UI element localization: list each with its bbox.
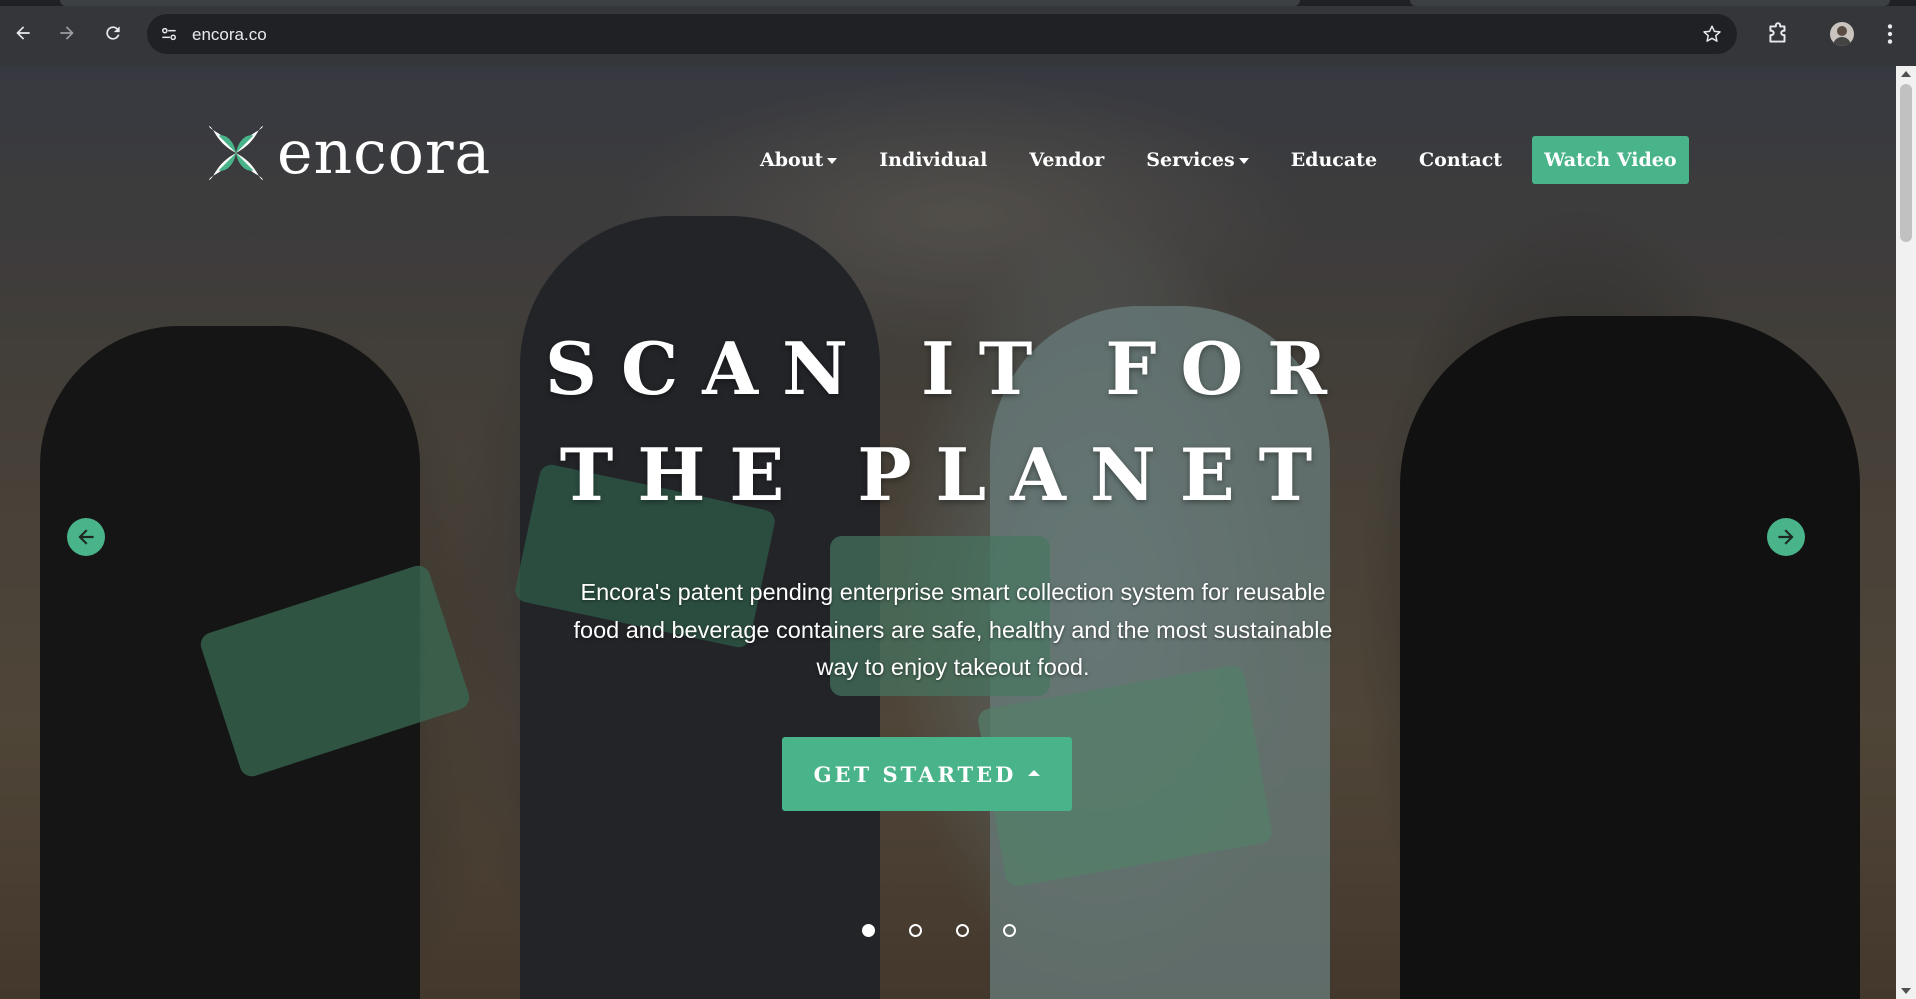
carousel-indicators	[862, 924, 1050, 937]
nav-contact[interactable]: Contact	[1419, 149, 1502, 171]
carousel-dot-3[interactable]	[956, 924, 969, 937]
nav-individual[interactable]: Individual	[879, 149, 987, 171]
arrow-left-icon	[78, 529, 94, 545]
browser-tab[interactable]	[1410, 0, 1890, 6]
caret-down-icon	[827, 158, 838, 164]
brand-logo-link[interactable]: encora	[205, 122, 491, 184]
nav-educate[interactable]: Educate	[1291, 149, 1377, 171]
browser-tab[interactable]	[60, 0, 1300, 6]
encora-logo-icon	[208, 125, 264, 181]
hero-headline-line-2: THE PLANET	[559, 432, 1337, 517]
nav-individual-label: Individual	[879, 149, 988, 171]
arrow-right-icon	[60, 26, 74, 40]
nav-vendor[interactable]: Vendor	[1029, 149, 1104, 171]
carousel-dot-1[interactable]	[862, 924, 875, 937]
page-viewport: encora About Individual Vendor Services …	[0, 66, 1896, 999]
nav-vendor-label: Vendor	[1029, 149, 1105, 171]
bookmark-star-icon[interactable]	[1701, 23, 1723, 45]
back-button[interactable]	[6, 16, 40, 50]
get-started-label: GET STARTED	[813, 761, 1017, 787]
browser-toolbar: encora.co	[0, 0, 1916, 67]
reload-button[interactable]	[96, 16, 130, 50]
arrow-right-icon	[1778, 529, 1794, 545]
scrollbar-thumb[interactable]	[1900, 84, 1912, 242]
watch-video-button[interactable]: Watch Video	[1532, 136, 1689, 184]
address-bar[interactable]: encora.co	[147, 14, 1737, 54]
url-text[interactable]: encora.co	[192, 25, 267, 45]
hero-headline: SCAN IT FOR THE PLANET	[0, 316, 1896, 528]
more-menu-icon[interactable]	[1877, 21, 1903, 47]
brand-name: encora	[277, 118, 492, 188]
reload-icon	[106, 26, 120, 40]
nav-contact-label: Contact	[1419, 149, 1503, 171]
extensions-icon[interactable]	[1765, 21, 1791, 47]
site-settings-icon[interactable]	[159, 24, 179, 44]
hero-headline-line-1: SCAN IT FOR	[544, 326, 1352, 411]
nav-about[interactable]: About	[760, 149, 838, 171]
get-started-button[interactable]: GET STARTED	[782, 737, 1072, 811]
page-scrollbar[interactable]	[1896, 66, 1916, 999]
forward-button[interactable]	[50, 16, 84, 50]
caret-up-icon	[1028, 769, 1041, 776]
profile-avatar[interactable]	[1830, 22, 1854, 46]
nav-services[interactable]: Services	[1146, 149, 1249, 171]
carousel-prev-button[interactable]	[67, 518, 105, 556]
hero-description: Encora's patent pending enterprise smart…	[573, 579, 1333, 680]
nav-about-label: About	[760, 149, 824, 171]
caret-down-icon	[1238, 158, 1249, 164]
carousel-dot-2[interactable]	[909, 924, 922, 937]
nav-services-label: Services	[1146, 149, 1235, 171]
scroll-down-icon[interactable]	[1901, 988, 1911, 994]
nav-educate-label: Educate	[1290, 149, 1378, 171]
tab-strip	[0, 0, 1916, 6]
arrow-left-icon	[16, 26, 30, 40]
carousel-next-button[interactable]	[1767, 518, 1805, 556]
hero-dark-overlay	[0, 66, 1896, 999]
main-nav: About Individual Vendor Services Educate…	[760, 136, 1689, 184]
scroll-up-icon[interactable]	[1901, 71, 1911, 77]
carousel-dot-4[interactable]	[1003, 924, 1016, 937]
